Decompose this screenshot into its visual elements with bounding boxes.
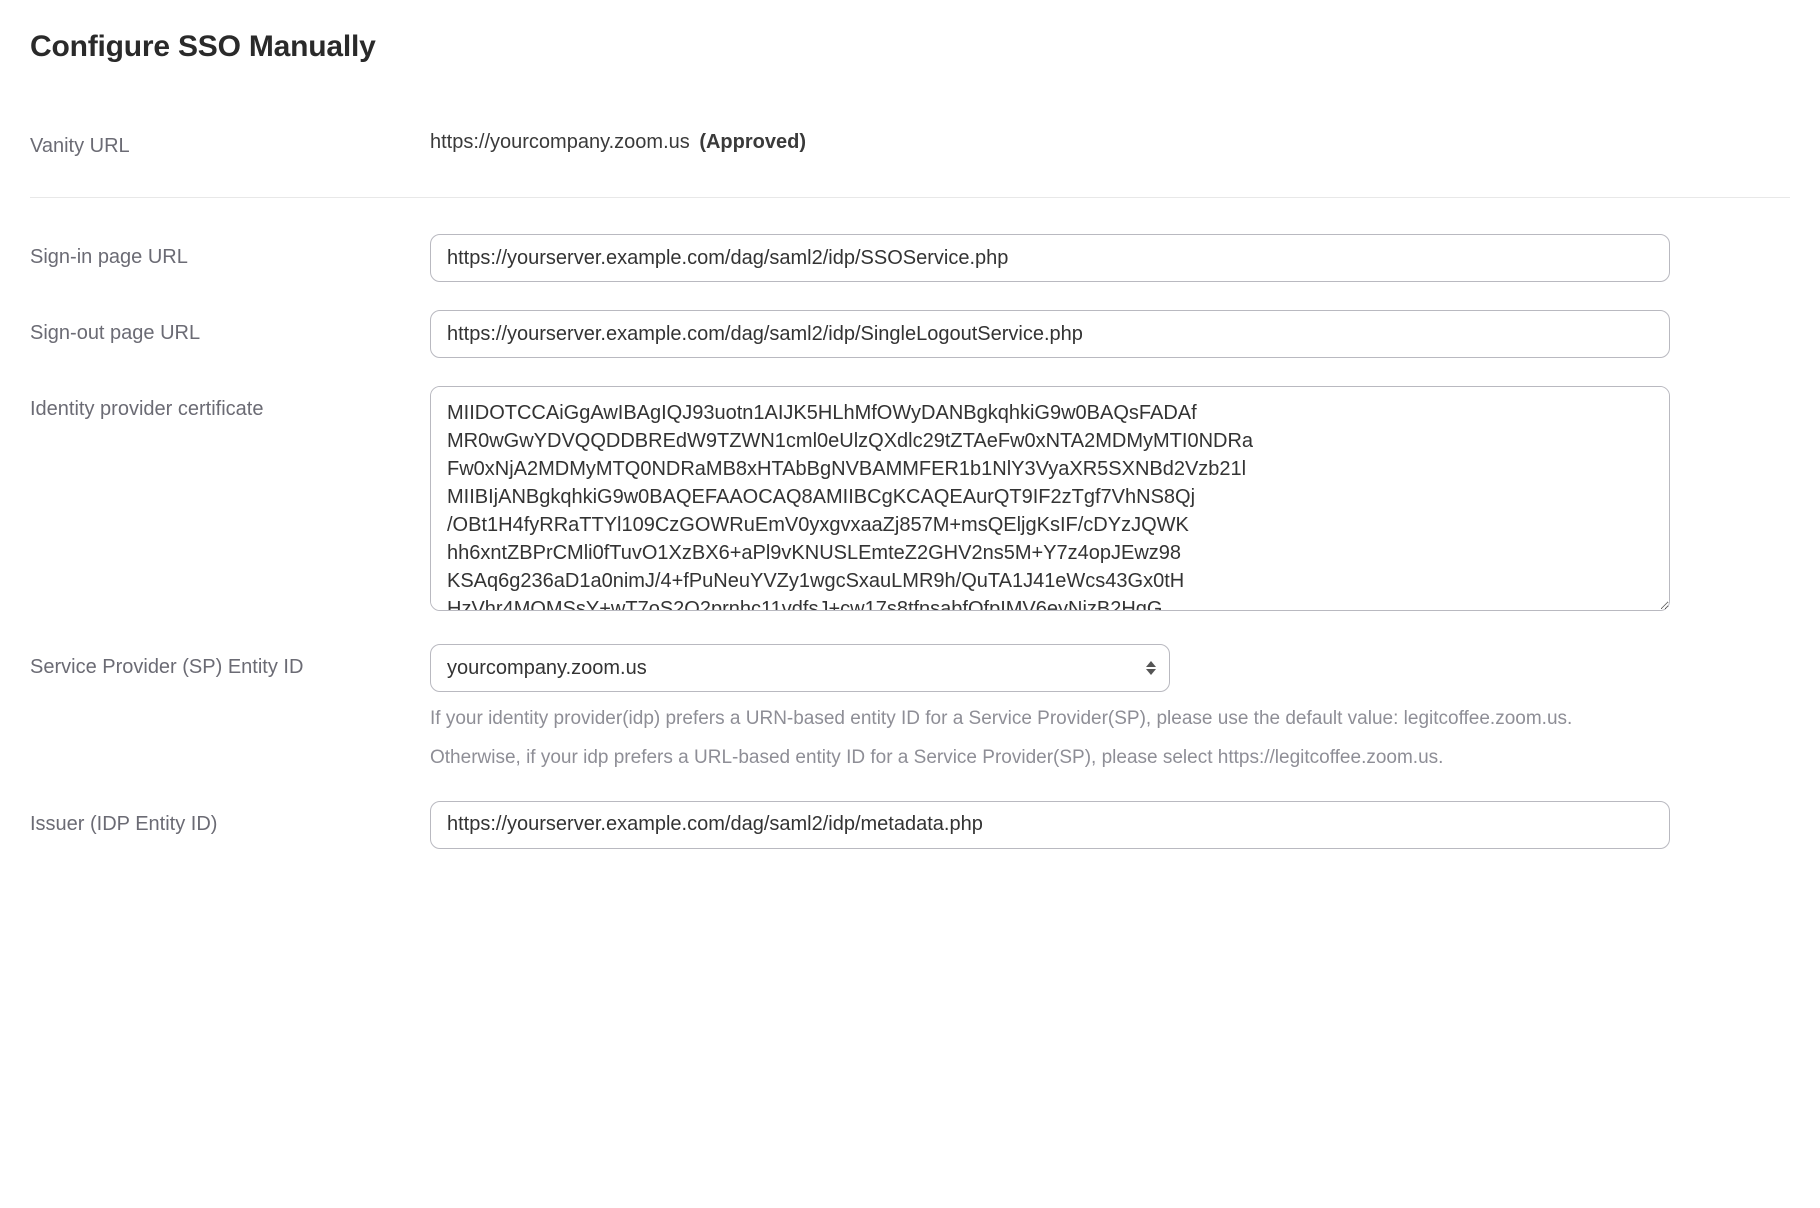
issuer-label: Issuer (IDP Entity ID) bbox=[30, 801, 430, 839]
signin-url-input[interactable] bbox=[430, 234, 1670, 282]
issuer-row: Issuer (IDP Entity ID) bbox=[30, 787, 1790, 863]
page-title: Configure SSO Manually bbox=[30, 30, 1790, 64]
vanity-url-text: https://yourcompany.zoom.us bbox=[430, 131, 690, 153]
signout-url-input[interactable] bbox=[430, 310, 1670, 358]
signin-url-label: Sign-in page URL bbox=[30, 234, 430, 272]
idp-cert-textarea[interactable] bbox=[430, 386, 1670, 611]
signout-url-row: Sign-out page URL bbox=[30, 296, 1790, 372]
sp-entity-row: Service Provider (SP) Entity ID yourcomp… bbox=[30, 630, 1790, 787]
signout-url-label: Sign-out page URL bbox=[30, 310, 430, 348]
sp-entity-helper-2: Otherwise, if your idp prefers a URL-bas… bbox=[430, 743, 1790, 772]
sp-entity-helper-1: If your identity provider(idp) prefers a… bbox=[430, 704, 1790, 733]
sp-entity-label: Service Provider (SP) Entity ID bbox=[30, 644, 430, 682]
signin-url-row: Sign-in page URL bbox=[30, 220, 1790, 296]
issuer-input[interactable] bbox=[430, 801, 1670, 849]
vanity-url-status: (Approved) bbox=[699, 131, 806, 153]
vanity-url-value: https://yourcompany.zoom.us (Approved) bbox=[430, 123, 1790, 154]
vanity-url-label: Vanity URL bbox=[30, 123, 430, 161]
vanity-url-row: Vanity URL https://yourcompany.zoom.us (… bbox=[30, 109, 1790, 198]
sp-entity-select[interactable]: yourcompany.zoom.us bbox=[430, 644, 1170, 692]
idp-cert-label: Identity provider certificate bbox=[30, 386, 430, 424]
idp-cert-row: Identity provider certificate bbox=[30, 372, 1790, 630]
